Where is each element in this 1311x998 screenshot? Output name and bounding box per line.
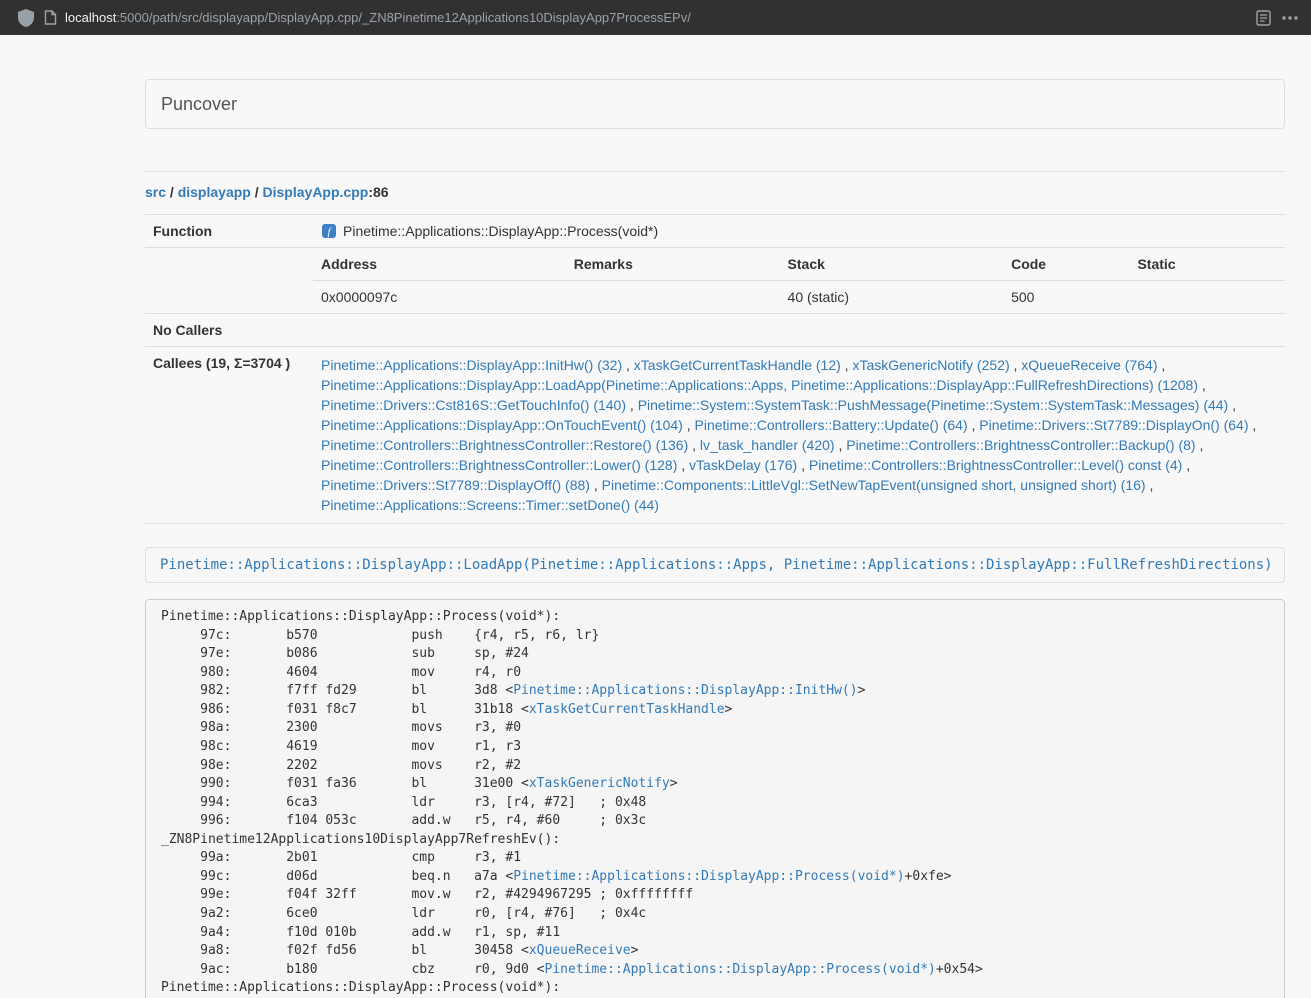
callee-link[interactable]: xTaskGetCurrentTaskHandle (12) xyxy=(634,357,841,373)
column-header-code: Code xyxy=(1003,248,1129,281)
function-icon: f xyxy=(321,223,337,239)
callee-link[interactable]: Pinetime::Applications::DisplayApp::Load… xyxy=(321,377,1198,393)
callee-link[interactable]: Pinetime::Applications::DisplayApp::OnTo… xyxy=(321,417,683,433)
code-symbol-link[interactable]: xTaskGetCurrentTaskHandle xyxy=(529,702,725,717)
stack-value: 40 (static) xyxy=(780,281,1004,314)
breadcrumb-link-src[interactable]: src xyxy=(145,184,166,200)
divider xyxy=(145,171,1285,172)
no-callers-label: No Callers xyxy=(145,314,313,347)
breadcrumb-separator: / xyxy=(255,184,259,200)
url-host: localhost xyxy=(65,10,116,25)
code-symbol-link[interactable]: xTaskGenericNotify xyxy=(529,776,670,791)
app-navbar: Puncover xyxy=(145,79,1285,129)
column-header-stack: Stack xyxy=(780,248,1004,281)
stats-header-row: Address Remarks Stack Code Static xyxy=(313,248,1285,281)
disassembly-pre: Pinetime::Applications::DisplayApp::Proc… xyxy=(145,599,1285,998)
function-row: Function f Pinetime::Applications::Displ… xyxy=(145,215,1285,248)
app-brand[interactable]: Puncover xyxy=(146,94,252,115)
breadcrumb-line-number: :86 xyxy=(368,184,388,200)
callee-link[interactable]: Pinetime::System::SystemTask::PushMessag… xyxy=(638,397,1229,413)
page-container: Puncover src / displayapp / DisplayApp.c… xyxy=(145,79,1285,998)
callee-link[interactable]: lv_task_handler (420) xyxy=(700,437,835,453)
breadcrumb: src / displayapp / DisplayApp.cpp:86 xyxy=(145,184,1285,200)
remarks-value xyxy=(566,281,780,314)
stats-row: Address Remarks Stack Code Static 0x0000… xyxy=(145,248,1285,314)
stats-row-label xyxy=(145,248,313,314)
breadcrumb-separator: / xyxy=(170,184,174,200)
static-value xyxy=(1129,281,1285,314)
address-bar[interactable]: localhost:5000/path/src/displayapp/Displ… xyxy=(44,10,1246,25)
code-value: 500 xyxy=(1003,281,1129,314)
callees-label: Callees (19, Σ=3704 ) xyxy=(145,347,313,524)
address-value: 0x0000097c xyxy=(313,281,566,314)
callee-link[interactable]: Pinetime::Controllers::Battery::Update()… xyxy=(695,417,968,433)
column-header-static: Static xyxy=(1129,248,1285,281)
overflow-menu-icon[interactable] xyxy=(1281,15,1299,21)
shield-icon[interactable] xyxy=(18,9,34,27)
code-symbol-link[interactable]: Pinetime::Applications::DisplayApp::Init… xyxy=(513,683,857,698)
callee-link[interactable]: Pinetime::Controllers::BrightnessControl… xyxy=(321,457,677,473)
function-name: Pinetime::Applications::DisplayApp::Proc… xyxy=(343,223,658,239)
column-header-remarks: Remarks xyxy=(566,248,780,281)
url-text: localhost:5000/path/src/displayapp/Displ… xyxy=(65,10,691,25)
function-row-label: Function xyxy=(145,215,313,248)
stats-table: Address Remarks Stack Code Static 0x0000… xyxy=(313,248,1285,313)
callee-link[interactable]: Pinetime::Drivers::St7789::DisplayOff() … xyxy=(321,477,590,493)
callee-link[interactable]: xQueueReceive (764) xyxy=(1021,357,1157,373)
callee-link[interactable]: Pinetime::Applications::Screens::Timer::… xyxy=(321,497,659,513)
function-table: Function f Pinetime::Applications::Displ… xyxy=(145,214,1285,524)
callee-link[interactable]: Pinetime::Applications::DisplayApp::Init… xyxy=(321,357,622,373)
callee-link[interactable]: Pinetime::Drivers::Cst816S::GetTouchInfo… xyxy=(321,397,626,413)
callees-list: Pinetime::Applications::DisplayApp::Init… xyxy=(321,355,1277,515)
url-path: :5000/path/src/displayapp/DisplayApp.cpp… xyxy=(116,10,691,25)
code-symbol-link[interactable]: Pinetime::Applications::DisplayApp::Proc… xyxy=(545,962,936,977)
breadcrumb-link-displayapp[interactable]: displayapp xyxy=(178,184,251,200)
callee-link[interactable]: Pinetime::Controllers::BrightnessControl… xyxy=(846,437,1195,453)
callees-row: Callees (19, Σ=3704 ) Pinetime::Applicat… xyxy=(145,347,1285,524)
stats-data-row: 0x0000097c 40 (static) 500 xyxy=(313,281,1285,314)
highlighted-callee-panel: Pinetime::Applications::DisplayApp::Load… xyxy=(145,547,1285,583)
callee-link[interactable]: Pinetime::Drivers::St7789::DisplayOn() (… xyxy=(979,417,1248,433)
callee-link[interactable]: Pinetime::Controllers::BrightnessControl… xyxy=(321,437,688,453)
code-symbol-link[interactable]: xQueueReceive xyxy=(529,943,631,958)
breadcrumb-link-file[interactable]: DisplayApp.cpp xyxy=(263,184,369,200)
browser-chrome: localhost:5000/path/src/displayapp/Displ… xyxy=(0,0,1311,35)
reader-mode-icon[interactable] xyxy=(1256,10,1271,26)
column-header-address: Address xyxy=(313,248,566,281)
callee-link[interactable]: Pinetime::Components::LittleVgl::SetNewT… xyxy=(602,477,1146,493)
code-symbol-link[interactable]: Pinetime::Applications::DisplayApp::Proc… xyxy=(513,869,904,884)
callee-link[interactable]: vTaskDelay (176) xyxy=(689,457,797,473)
callee-link[interactable]: xTaskGenericNotify (252) xyxy=(852,357,1009,373)
callee-link[interactable]: Pinetime::Controllers::BrightnessControl… xyxy=(809,457,1182,473)
highlighted-callee-link[interactable]: Pinetime::Applications::DisplayApp::Load… xyxy=(160,557,1285,573)
page-icon[interactable] xyxy=(44,10,57,25)
no-callers-row: No Callers xyxy=(145,314,1285,347)
